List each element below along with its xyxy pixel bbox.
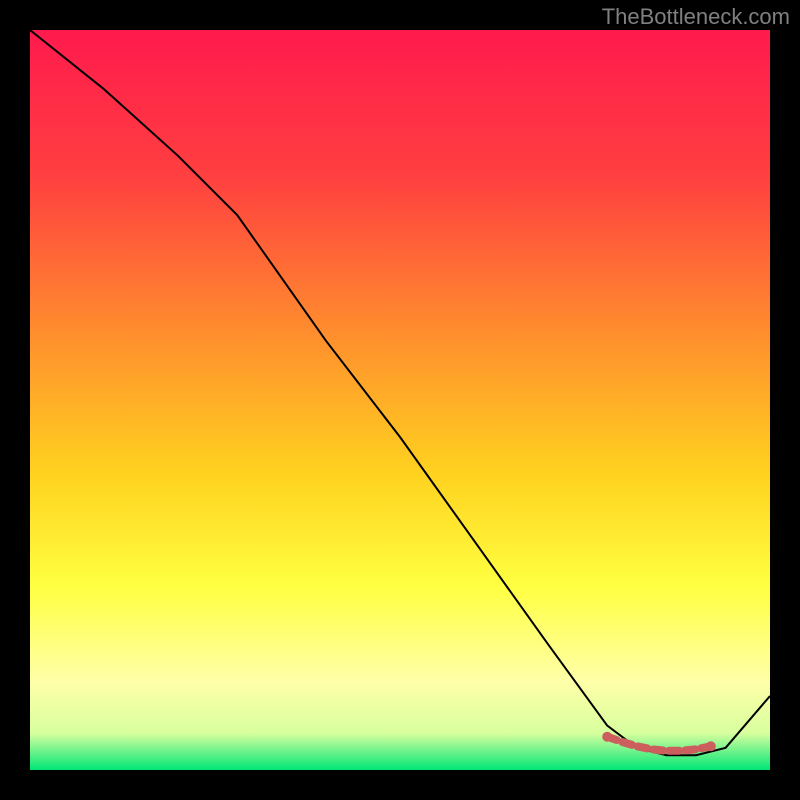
chart-frame: TheBottleneck.com xyxy=(0,0,800,800)
marker-dot xyxy=(706,741,716,751)
marker-dot xyxy=(602,732,612,742)
gradient-background xyxy=(30,30,770,770)
plot-area xyxy=(30,30,770,770)
source-label: TheBottleneck.com xyxy=(602,4,790,30)
chart-svg xyxy=(30,30,770,770)
